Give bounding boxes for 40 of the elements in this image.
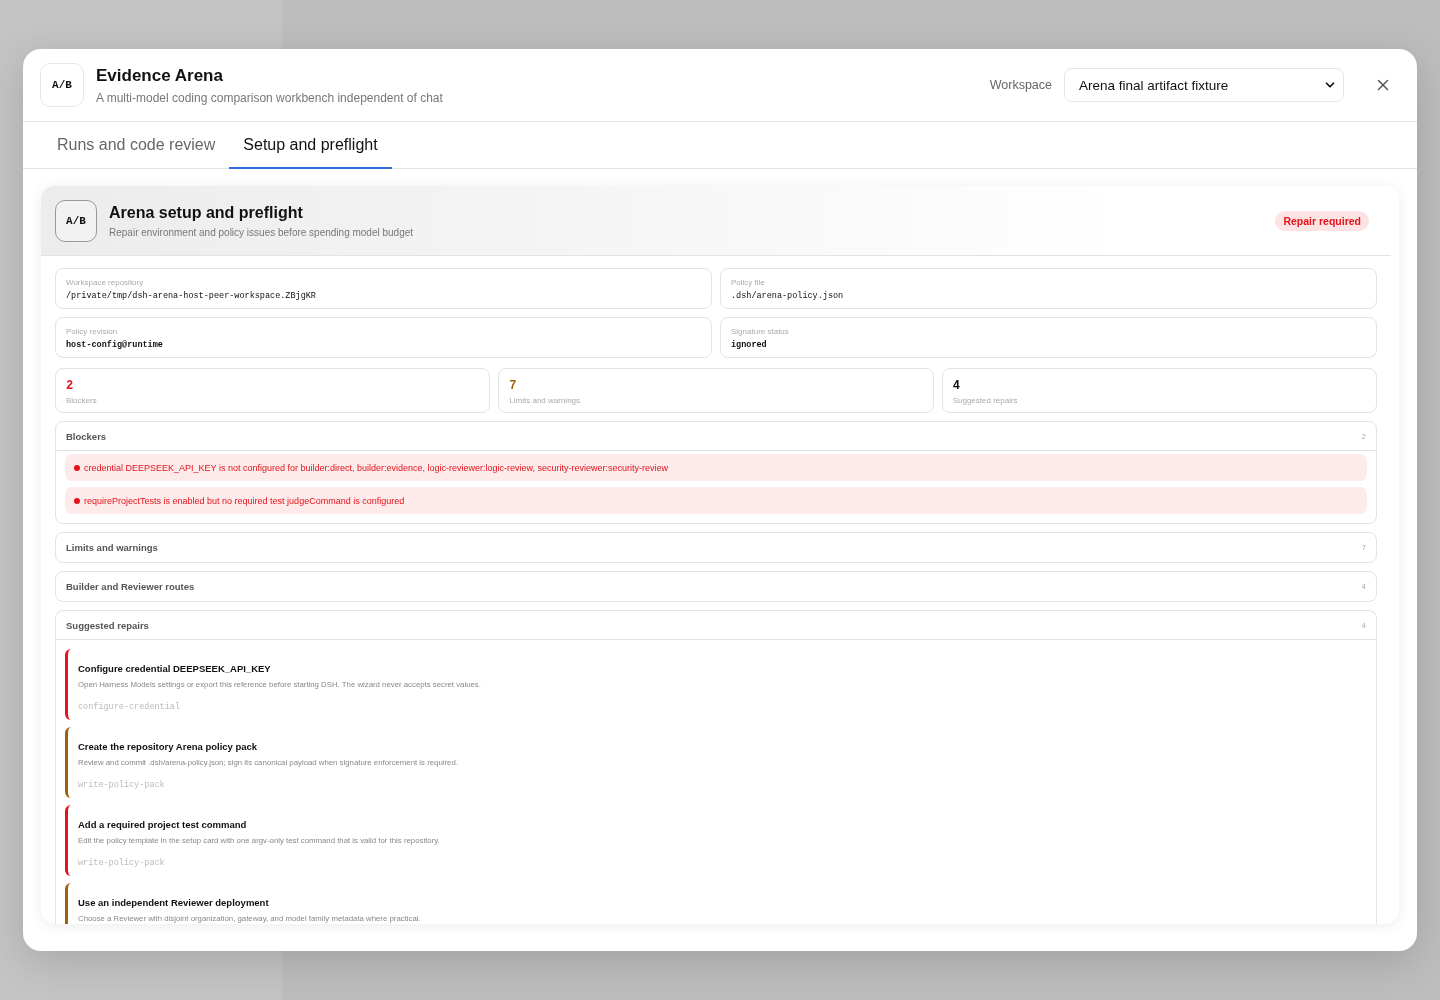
- workspace-label: Workspace: [989, 78, 1052, 92]
- app-logo: A/B: [40, 63, 84, 107]
- repair-title: Create the repository Arena policy pack: [78, 741, 258, 752]
- section-title: Builder and Reviewer routes: [66, 581, 195, 592]
- setup-subtitle: Repair environment and policy issues before spending model budget: [109, 226, 415, 238]
- stat-label: Suggested repairs: [952, 396, 1018, 405]
- stat-value: 7: [509, 379, 517, 393]
- repair-action: write-policy-pack: [78, 858, 165, 868]
- error-dot-icon: [74, 497, 80, 504]
- field-label: Signature status: [731, 327, 789, 336]
- error-dot-icon: [74, 464, 80, 471]
- repair-action: write-policy-pack: [78, 780, 165, 790]
- field-value: /private/tmp/dsh-arena-host-peer-workspace.ZBjgKR: [66, 291, 316, 301]
- field-label: Workspace repository: [66, 278, 144, 287]
- blocker-text: credential DEEPSEEK_API_KEY is not configured for builder:direct, builder:evidence, logic-reviewer:logic-review, security-reviewer:security-review: [84, 462, 669, 473]
- field-label: Policy revision: [66, 327, 118, 336]
- tab[interactable]: Setup and preflight: [229, 122, 392, 169]
- tab[interactable]: Runs and code review: [43, 122, 230, 169]
- field-label: Policy file: [731, 278, 765, 287]
- dialog-subtitle: A multi-model coding comparison workbench independent of chat: [96, 90, 444, 105]
- field-value: ignored: [731, 340, 767, 350]
- dialog-title: Evidence Arena: [96, 65, 224, 86]
- repair-action: configure-credential: [78, 702, 181, 712]
- stat-label: Limits and warnings: [509, 396, 581, 405]
- setup-logo: A/B: [55, 199, 97, 242]
- section-title: Limits and warnings: [66, 542, 158, 553]
- repair-title: Use an independent Reviewer deployment: [78, 897, 269, 908]
- field-value: host-config@runtime: [66, 340, 163, 350]
- stat-label: Blockers: [66, 396, 97, 405]
- setup-title: Arena setup and preflight: [109, 203, 304, 222]
- section-title: Suggested repairs: [66, 619, 149, 631]
- status-badge: Repair required: [1275, 210, 1369, 231]
- section-title: Blockers: [66, 430, 107, 442]
- stat-value: 4: [952, 379, 960, 393]
- repair-title: Add a required project test command: [78, 819, 247, 830]
- stat-value: 2: [66, 379, 74, 393]
- blocker-text: requireProjectTests is enabled but no required test judgeCommand is configured: [84, 495, 405, 506]
- repair-title: Configure credential DEEPSEEK_API_KEY: [78, 663, 271, 674]
- field-value: .dsh/arena-policy.json: [731, 291, 844, 301]
- workspace-select[interactable]: Arena final artifact fixture: [1064, 68, 1344, 102]
